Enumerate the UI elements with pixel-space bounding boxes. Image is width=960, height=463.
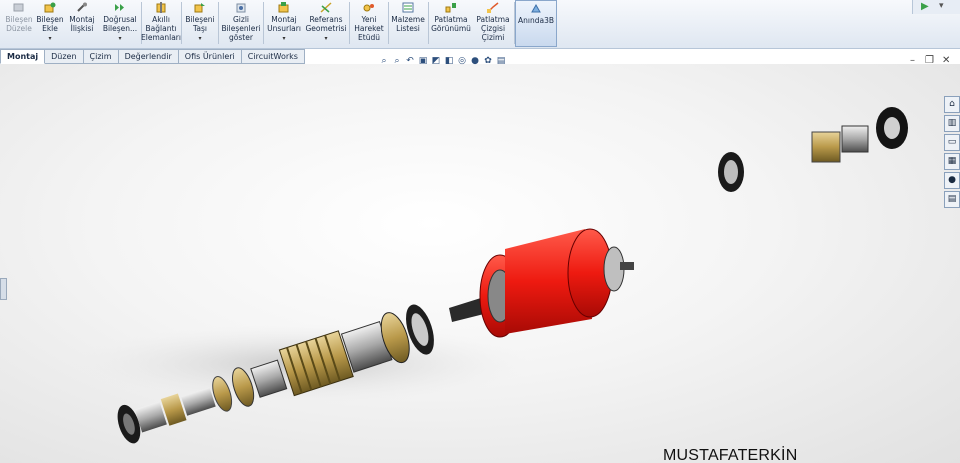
section-view-icon[interactable]: ▣ (417, 56, 429, 67)
mate-button[interactable]: Montaj İlişkisi (66, 0, 98, 47)
linear-pattern-button[interactable]: Doğrusal Bileşen... ▾ (100, 0, 140, 47)
zoom-to-area-icon[interactable]: ⌕ (391, 56, 403, 67)
exploded-view-icon (445, 1, 458, 13)
ribbon-separator (181, 2, 182, 44)
ribbon-separator (263, 2, 264, 44)
tab-duzen[interactable]: Düzen (45, 49, 84, 64)
assembly-features-button[interactable]: Montaj Unsurları ▾ (265, 0, 303, 47)
insert-component-button[interactable]: Bileşen Ekle ▾ (36, 0, 64, 47)
right-side-parts-group[interactable] (718, 107, 908, 192)
cone-nut[interactable] (811, 131, 841, 163)
reference-geometry-dropdown[interactable]: ▾ (324, 34, 327, 43)
linear-pattern-icon (114, 1, 127, 13)
display-style-icon[interactable]: ◧ (443, 56, 455, 67)
appearances-icon[interactable]: ● (944, 172, 960, 189)
task-pane-tabs: ⌂ ▥ ▭ ▦ ● ▤ (944, 96, 960, 210)
explode-line-sketch-button[interactable]: Patlatma Çizgisi Çizimi (474, 0, 512, 47)
home-icon[interactable]: ⌂ (944, 96, 960, 113)
show-hidden-components-button[interactable]: Gizli Bileşenleri göster (220, 0, 262, 47)
custom-properties-icon[interactable]: ▤ (944, 191, 960, 208)
apply-scene-icon[interactable]: ✿ (482, 56, 494, 67)
author-label: MUSTAFATERKİN (663, 447, 798, 463)
ribbon-separator (349, 2, 350, 44)
smart-fasteners-button[interactable]: Akıllı Bağlantı Elemanları (141, 0, 181, 47)
quick-access-corner: ▶ ▾ (912, 0, 960, 14)
command-tabs: Montaj Düzen Çizim Değerlendir Ofis Ürün… (0, 49, 305, 64)
linear-pattern-dropdown[interactable]: ▾ (118, 34, 121, 43)
ribbon-separator (428, 2, 429, 44)
bom-icon (402, 1, 415, 13)
instant3d-icon (530, 2, 543, 14)
motion-study-icon (363, 1, 376, 13)
design-library-icon[interactable]: ▥ (944, 115, 960, 132)
tab-degerlendir[interactable]: Değerlendir (118, 49, 179, 64)
bill-of-materials-button[interactable]: Malzeme Listesi (390, 0, 426, 47)
instant3d-button[interactable]: Anında3B (515, 0, 557, 47)
smart-fasteners-icon (155, 1, 168, 13)
zoom-to-fit-icon[interactable]: ⌕ (378, 56, 390, 67)
close-icon[interactable]: ✕ (942, 55, 950, 66)
tab-montaj[interactable]: Montaj (0, 49, 46, 64)
assembly-features-icon (278, 1, 291, 13)
hub-shell-group[interactable] (449, 228, 634, 338)
move-component-button[interactable]: Bileşeni Taşı ▾ (183, 0, 217, 47)
restore-icon[interactable]: ❐ (925, 55, 934, 66)
command-manager-ribbon: Bileşen Düzele Bileşen Ekle ▾ Montaj İli… (0, 0, 960, 49)
exploded-view-button[interactable]: Patlatma Görünümü (430, 0, 472, 47)
reference-geometry-button[interactable]: Referans Geometrisi ▾ (304, 0, 348, 47)
ribbon-separator (218, 2, 219, 44)
move-component-icon (194, 1, 207, 13)
reference-geometry-icon (320, 1, 333, 13)
tab-cizim[interactable]: Çizim (83, 49, 119, 64)
show-hidden-icon (235, 1, 248, 13)
minimize-icon[interactable]: – (910, 55, 915, 66)
view-settings-icon[interactable]: ▤ (495, 56, 507, 67)
locknut-right[interactable] (841, 125, 869, 153)
file-explorer-icon[interactable]: ▭ (944, 134, 960, 151)
options-dropdown-icon[interactable]: ▾ (939, 1, 944, 11)
edit-component-icon (13, 1, 26, 13)
edit-component-button[interactable]: Bileşen Düzele (3, 0, 35, 47)
tab-circuitworks[interactable]: CircuitWorks (241, 49, 305, 64)
feature-manager-toggle-handle[interactable] (0, 278, 7, 300)
move-component-dropdown[interactable]: ▾ (198, 34, 201, 43)
graphics-viewport[interactable]: MUSTAFATERKİN (0, 64, 960, 463)
insert-component-icon (44, 1, 57, 13)
insert-component-dropdown[interactable]: ▾ (48, 34, 51, 43)
view-palette-icon[interactable]: ▦ (944, 153, 960, 170)
assembly-model[interactable] (0, 64, 960, 463)
heads-up-view-toolbar: ⌕ ⌕ ↶ ▣ ◩ ◧ ◎ ● ✿ ▤ (378, 55, 508, 67)
assembly-features-dropdown[interactable]: ▾ (282, 34, 285, 43)
ribbon-separator (388, 2, 389, 44)
new-motion-study-button[interactable]: Yeni Hareket Etüdü (351, 0, 387, 47)
previous-view-icon[interactable]: ↶ (404, 56, 416, 67)
rebuild-icon[interactable]: ▶ (921, 1, 929, 12)
explode-line-icon (487, 1, 500, 13)
tab-ofis-urunleri[interactable]: Ofis Ürünleri (178, 49, 242, 64)
mate-icon (76, 1, 89, 13)
hide-show-items-icon[interactable]: ◎ (456, 56, 468, 67)
edit-appearance-icon[interactable]: ● (469, 56, 481, 67)
view-orientation-icon[interactable]: ◩ (430, 56, 442, 67)
